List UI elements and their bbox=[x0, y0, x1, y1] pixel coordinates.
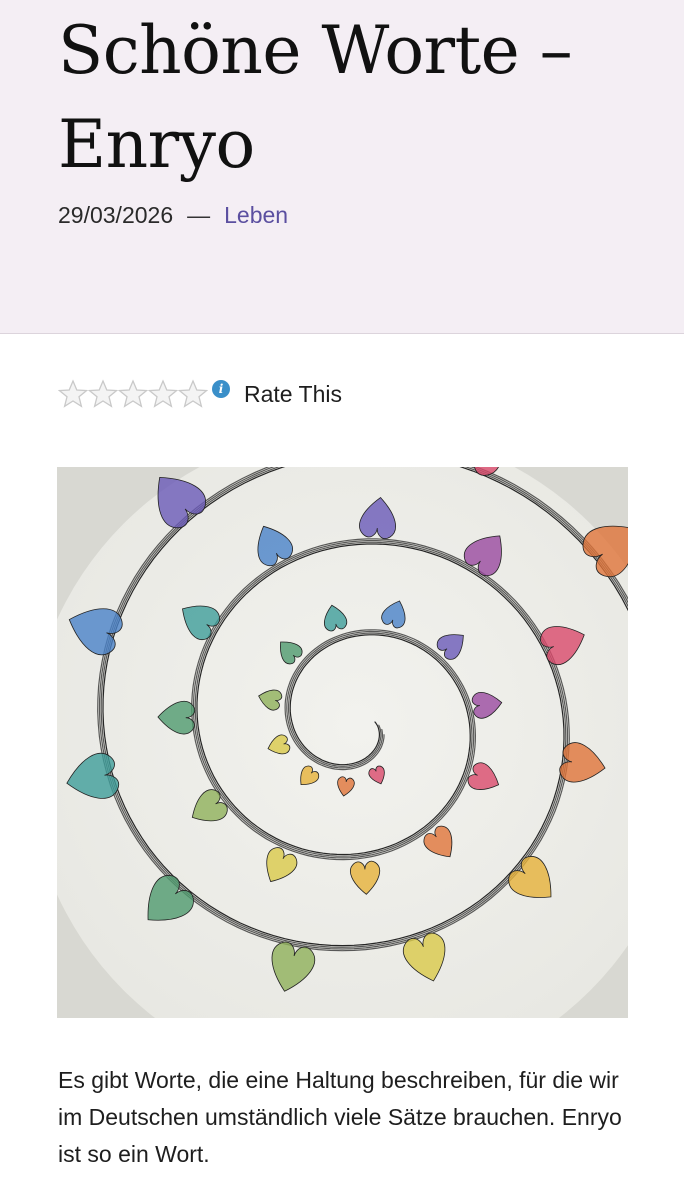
article-paragraph: Es gibt Worte, die eine Haltung beschrei… bbox=[58, 1067, 622, 1167]
meta-separator: — bbox=[187, 202, 211, 228]
post-title-line-2: Enryo bbox=[58, 106, 255, 183]
info-icon[interactable]: i bbox=[212, 380, 230, 398]
post-meta: 29/03/2026 — Leben bbox=[58, 200, 288, 230]
post-header: Schöne Worte – Enryo 29/03/2026 — Leben bbox=[0, 0, 684, 334]
star-rating[interactable] bbox=[58, 379, 208, 409]
category-link[interactable]: Leben bbox=[224, 202, 288, 228]
star-icon[interactable] bbox=[88, 379, 118, 409]
star-icon[interactable] bbox=[58, 379, 88, 409]
post-image bbox=[57, 467, 628, 1018]
post-title: Schöne Worte – Enryo bbox=[58, 4, 658, 192]
post-date: 29/03/2026 bbox=[58, 202, 174, 228]
post-title-line-1: Schöne Worte – bbox=[58, 12, 573, 89]
rate-this-label: Rate This bbox=[244, 380, 343, 407]
star-icon[interactable] bbox=[118, 379, 148, 409]
star-icon[interactable] bbox=[148, 379, 178, 409]
heart-spiral-drawing bbox=[57, 467, 628, 1018]
rating-widget: i Rate This bbox=[58, 376, 342, 412]
star-icon[interactable] bbox=[178, 379, 208, 409]
